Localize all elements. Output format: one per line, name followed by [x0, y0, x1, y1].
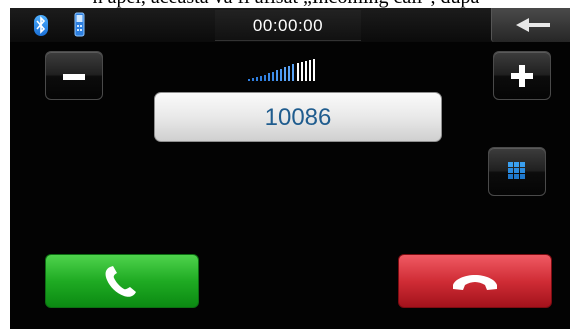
answer-call-button[interactable] — [45, 254, 199, 308]
phone-icon — [74, 12, 85, 37]
minus-icon — [63, 74, 85, 80]
dialed-number-display: 10086 — [154, 92, 442, 142]
timer-box: 00:00:00 — [215, 10, 361, 41]
plus-icon — [511, 65, 533, 87]
back-button[interactable] — [491, 8, 570, 42]
volume-down-button[interactable] — [45, 51, 103, 100]
page-caption: h apel, aceasta va fi afisat „Incoming c… — [0, 0, 572, 8]
keypad-icon — [508, 162, 525, 179]
dialed-number: 10086 — [264, 104, 332, 131]
call-screen: 00:00:00 10086 — [10, 8, 570, 329]
hangup-call-button[interactable] — [398, 254, 552, 308]
volume-level-icon — [248, 58, 328, 82]
keypad-button[interactable] — [488, 147, 546, 196]
phone-hangup-icon — [453, 275, 497, 290]
call-timer: 00:00:00 — [252, 16, 324, 35]
phone-answer-icon — [105, 266, 136, 297]
back-arrow-icon — [516, 18, 550, 32]
status-bar: 00:00:00 — [10, 8, 570, 42]
bluetooth-icon — [34, 15, 48, 36]
volume-up-button[interactable] — [493, 51, 551, 100]
